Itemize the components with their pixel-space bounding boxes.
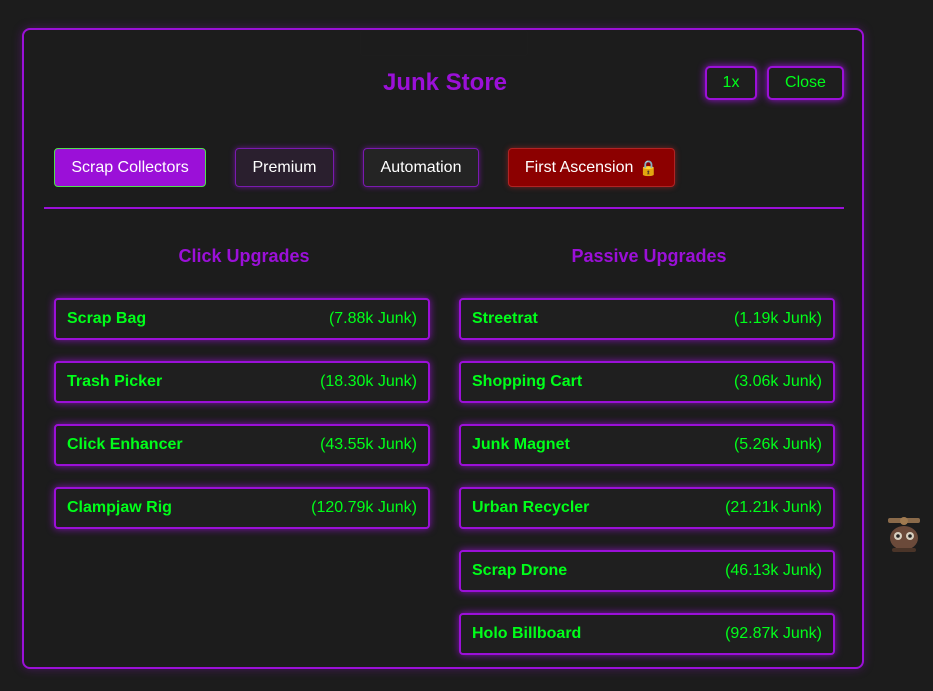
upgrade-urban-recycler[interactable]: Urban Recycler (21.21k Junk) — [459, 487, 835, 529]
upgrade-holo-billboard[interactable]: Holo Billboard (92.87k Junk) — [459, 613, 835, 655]
upgrade-click-enhancer[interactable]: Click Enhancer (43.55k Junk) — [54, 424, 430, 466]
lock-icon: 🔒 — [639, 159, 659, 177]
passive-upgrades-title: Passive Upgrades — [571, 246, 727, 266]
upgrade-cost: (18.30k Junk) — [320, 373, 417, 390]
tab-premium-label: Premium — [252, 158, 317, 176]
upgrade-cost: (21.21k Junk) — [725, 499, 822, 516]
junk-store-modal: Junk Store 1x Close Scrap Collectors Pre… — [22, 28, 864, 669]
tabs-divider — [44, 207, 844, 209]
upgrade-cost: (7.88k Junk) — [328, 310, 417, 327]
upgrade-cost: (92.87k Junk) — [725, 625, 822, 642]
tab-first-ascension[interactable]: First Ascension 🔒 — [508, 148, 675, 187]
upgrade-shopping-cart[interactable]: Shopping Cart (3.06k Junk) — [459, 361, 835, 403]
upgrade-name: Holo Billboard — [472, 625, 582, 642]
close-button[interactable]: Close — [767, 66, 844, 100]
upgrade-name: Clampjaw Rig — [67, 499, 172, 516]
upgrade-name: Click Enhancer — [67, 436, 183, 453]
upgrade-junk-magnet[interactable]: Junk Magnet (5.26k Junk) — [459, 424, 835, 466]
click-upgrades-title: Click Upgrades — [178, 246, 310, 266]
upgrade-cost: (3.06k Junk) — [733, 373, 822, 390]
tab-scrap-collectors-label: Scrap Collectors — [71, 158, 189, 176]
upgrade-streetrat[interactable]: Streetrat (1.19k Junk) — [459, 298, 835, 340]
upgrade-cost: (46.13k Junk) — [725, 562, 822, 579]
tab-automation-label: Automation — [380, 158, 462, 176]
tab-scrap-collectors[interactable]: Scrap Collectors — [54, 148, 206, 187]
tab-first-ascension-label: First Ascension — [524, 158, 634, 176]
robot-mascot-icon[interactable] — [882, 508, 926, 554]
upgrade-cost: (43.55k Junk) — [320, 436, 417, 453]
speed-multiplier-button[interactable]: 1x — [705, 66, 757, 100]
upgrade-scrap-drone[interactable]: Scrap Drone (46.13k Junk) — [459, 550, 835, 592]
upgrade-cost: (5.26k Junk) — [733, 436, 822, 453]
upgrade-name: Scrap Bag — [67, 310, 147, 327]
tab-automation[interactable]: Automation — [363, 148, 479, 187]
upgrade-name: Scrap Drone — [472, 562, 568, 579]
upgrade-name: Trash Picker — [67, 373, 163, 390]
upgrade-name: Urban Recycler — [472, 499, 590, 516]
upgrade-name: Junk Magnet — [472, 436, 570, 453]
upgrade-trash-picker[interactable]: Trash Picker (18.30k Junk) — [54, 361, 430, 403]
tab-premium[interactable]: Premium — [235, 148, 334, 187]
upgrade-cost: (120.79k Junk) — [311, 499, 417, 516]
upgrade-name: Streetrat — [472, 310, 538, 327]
upgrade-cost: (1.19k Junk) — [733, 310, 822, 327]
upgrade-clampjaw-rig[interactable]: Clampjaw Rig (120.79k Junk) — [54, 487, 430, 529]
upgrade-name: Shopping Cart — [472, 373, 583, 390]
upgrade-scrap-bag[interactable]: Scrap Bag (7.88k Junk) — [54, 298, 430, 340]
